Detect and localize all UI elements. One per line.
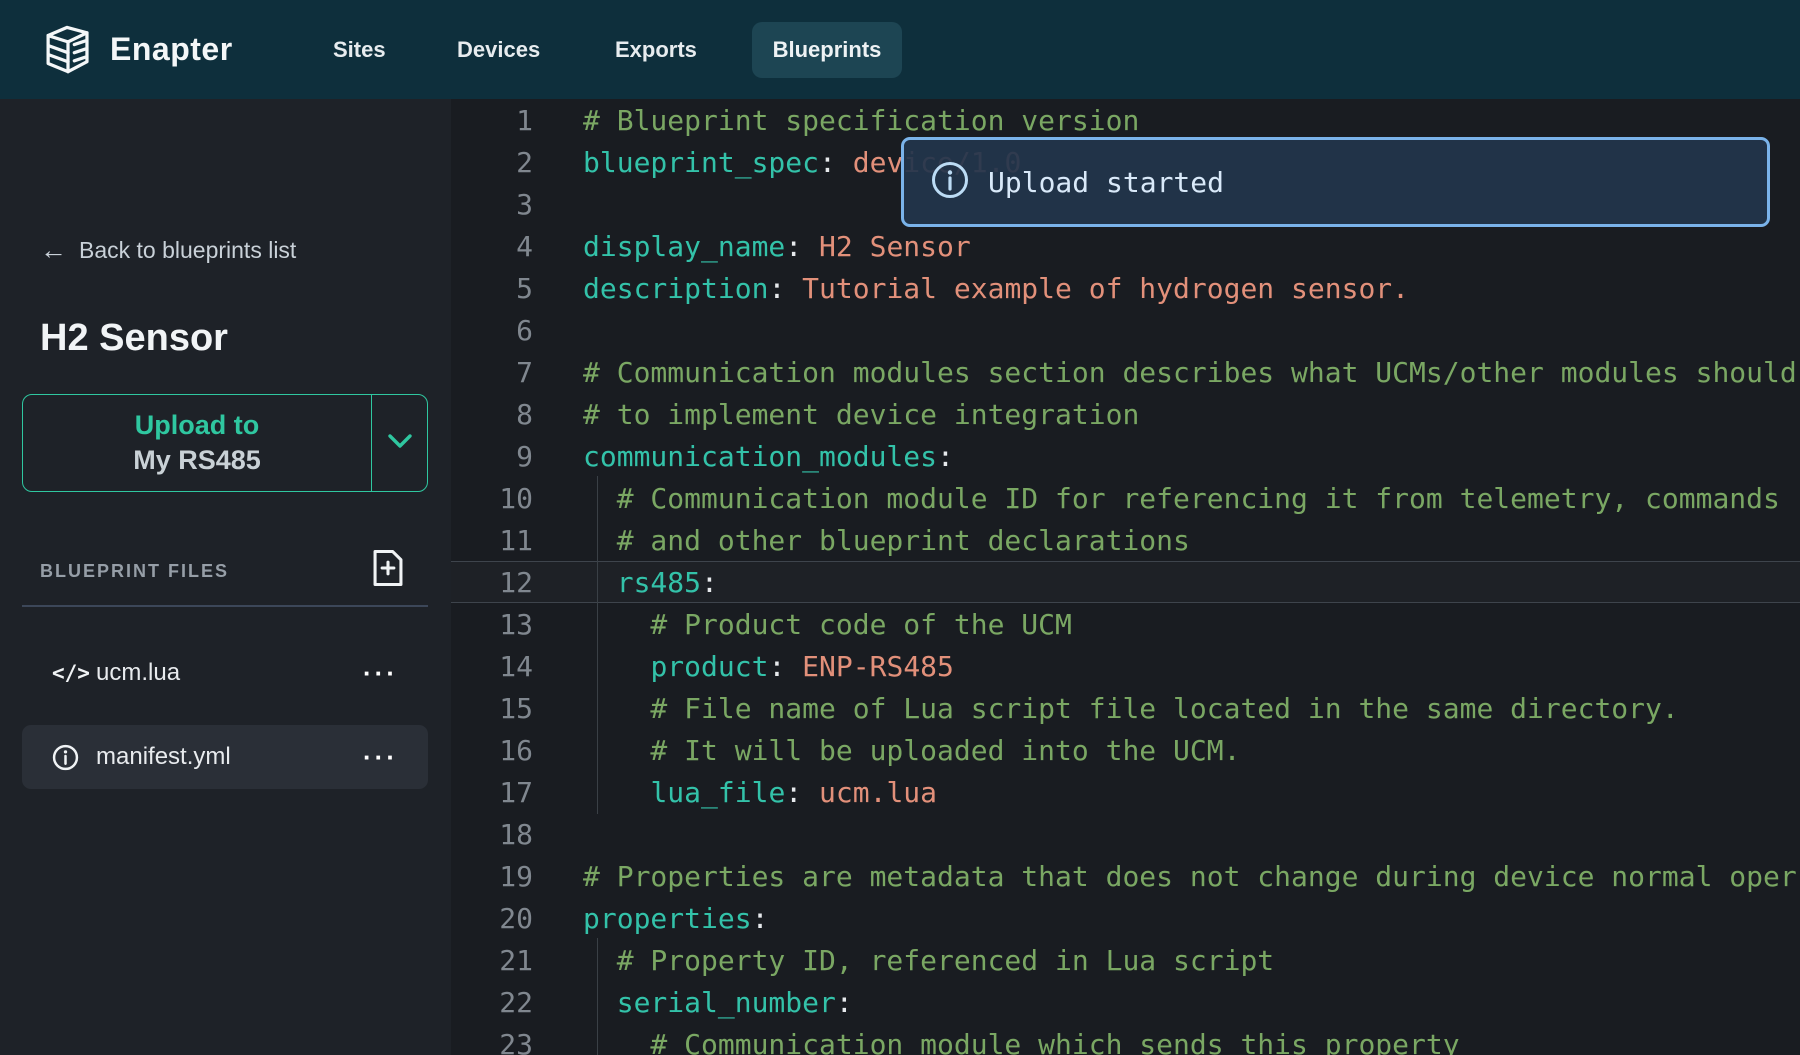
line-number: 11 [451,524,533,557]
code-line[interactable]: 8 # to implement device integration [451,393,1800,435]
code-line[interactable]: 22 serial_number: [451,981,1800,1023]
brand-name: Enapter [110,31,233,68]
code-text: description: Tutorial example of hydroge… [583,272,1409,305]
code-line[interactable]: 17 lua_file: ucm.lua [451,771,1800,813]
code-line[interactable]: 14 product: ENP-RS485 [451,645,1800,687]
info-circle-icon [930,160,970,205]
line-number: 21 [451,944,533,977]
upload-button-action-label: Upload to [135,410,259,441]
line-number: 15 [451,692,533,725]
line-number: 7 [451,356,533,389]
code-text: # to implement device integration [583,398,1139,431]
upload-dropdown-toggle[interactable] [371,395,427,491]
line-number: 1 [451,104,533,137]
line-number: 13 [451,608,533,641]
line-number: 22 [451,986,533,1019]
line-number: 8 [451,398,533,431]
line-number: 18 [451,818,533,851]
blueprint-title: H2 Sensor [40,317,228,360]
code-text: rs485: [583,566,718,599]
code-text: # and other blueprint declarations [583,524,1190,557]
line-number: 23 [451,1028,533,1055]
code-text: serial_number: [583,986,853,1019]
code-text: # File name of Lua script file located i… [583,692,1679,725]
nav-item-blueprints-active[interactable]: Blueprints [752,22,902,78]
code-line[interactable]: 13 # Product code of the UCM [451,603,1800,645]
code-line[interactable]: 5 description: Tutorial example of hydrog… [451,267,1800,309]
line-number: 3 [451,188,533,221]
upload-toast-notification: Upload started [901,137,1770,227]
add-file-button[interactable] [368,549,408,591]
code-text: # Blueprint specification version [583,104,1139,137]
code-text: # Communication modules section describe… [583,356,1797,389]
file-item-ucm-lua[interactable]: </> ucm.lua ··· [22,641,428,705]
code-line[interactable]: 12 rs485: [451,561,1800,603]
nav-item-devices[interactable]: Devices [457,0,540,99]
chevron-down-icon [387,433,413,454]
code-line[interactable]: 6 [451,309,1800,351]
code-text: properties: [583,902,768,935]
line-number: 20 [451,902,533,935]
blueprint-sidebar: ← Back to blueprints list H2 Sensor Uplo… [0,99,451,1055]
code-line[interactable]: 1 # Blueprint specification version [451,99,1800,141]
code-line[interactable]: 16 # It will be uploaded into the UCM. [451,729,1800,771]
code-line[interactable]: 7 # Communication modules section describ… [451,351,1800,393]
file-item-manifest-yml[interactable]: manifest.yml ··· [22,725,428,789]
code-line[interactable]: 19 # Properties are metadata that does no… [451,855,1800,897]
nav-item-exports[interactable]: Exports [615,0,697,99]
code-icon: </> [52,661,96,685]
line-number: 17 [451,776,533,809]
enapter-logo-icon [40,19,96,81]
line-number: 5 [451,272,533,305]
line-number: 19 [451,860,533,893]
files-divider [22,605,428,607]
brand-logo[interactable]: Enapter [40,12,233,87]
file-plus-icon [370,548,406,593]
nav-item-sites[interactable]: Sites [333,0,386,99]
top-navigation-bar: Enapter Sites Devices Exports Blueprints [0,0,1800,99]
arrow-left-icon: ← [40,237,67,264]
line-number: 16 [451,734,533,767]
code-editor[interactable]: 1# Blueprint specification version2bluep… [451,99,1800,1055]
code-text: # It will be uploaded into the UCM. [583,734,1240,767]
line-number: 12 [451,566,533,599]
file-name: ucm.lua [96,659,180,687]
code-line[interactable]: 20 properties: [451,897,1800,939]
code-text: display_name: H2 Sensor [583,230,971,263]
code-line[interactable]: 10 # Communication module ID for referen… [451,477,1800,519]
file-menu-button[interactable]: ··· [363,641,398,705]
code-text: # Communication module ID for referencin… [583,482,1780,515]
code-line[interactable]: 11 # and other blueprint declarations [451,519,1800,561]
code-line[interactable]: 21 # Property ID, referenced in Lua scri… [451,939,1800,981]
code-line[interactable]: 23 # Communication module which sends th… [451,1023,1800,1055]
blueprint-files-header: BLUEPRINT FILES [40,561,229,582]
line-number: 6 [451,314,533,347]
back-link-label: Back to blueprints list [79,237,296,264]
line-number: 9 [451,440,533,473]
line-number: 4 [451,230,533,263]
upload-button-target-label: My RS485 [133,445,261,476]
upload-button-main[interactable]: Upload to My RS485 [23,395,371,491]
code-line[interactable]: 18 [451,813,1800,855]
code-line[interactable]: 4 display_name: H2 Sensor [451,225,1800,267]
file-name: manifest.yml [96,743,231,771]
file-menu-button[interactable]: ··· [363,725,398,789]
toast-message: Upload started [988,166,1224,199]
code-line[interactable]: 15 # File name of Lua script file locate… [451,687,1800,729]
code-text: # Communication module which sends this … [583,1028,1460,1055]
code-text: # Properties are metadata that does not … [583,860,1797,893]
code-text: product: ENP-RS485 [583,650,954,683]
upload-split-button[interactable]: Upload to My RS485 [22,394,428,492]
code-text: communication_modules: [583,440,954,473]
line-number: 2 [451,146,533,179]
info-icon [52,744,96,771]
code-text: # Product code of the UCM [583,608,1072,641]
code-text: lua_file: ucm.lua [583,776,937,809]
code-line[interactable]: 9 communication_modules: [451,435,1800,477]
code-text: # Property ID, referenced in Lua script [583,944,1274,977]
line-number: 14 [451,650,533,683]
line-number: 10 [451,482,533,515]
back-to-blueprints-link[interactable]: ← Back to blueprints list [40,237,296,264]
